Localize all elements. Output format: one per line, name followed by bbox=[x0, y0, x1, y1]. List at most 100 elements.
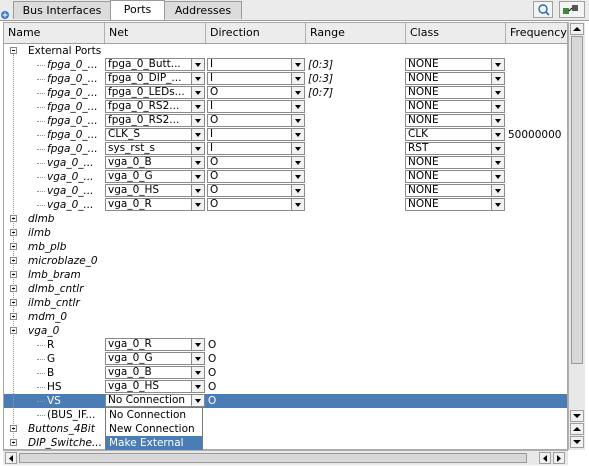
net-select[interactable]: fpga_0_RS2... bbox=[105, 114, 205, 127]
class-select[interactable]: CLK bbox=[405, 128, 505, 141]
chevron-down-icon[interactable] bbox=[291, 171, 304, 182]
instance-row[interactable]: dlmb bbox=[4, 212, 567, 226]
class-select[interactable]: NONE bbox=[405, 72, 505, 85]
port-row[interactable]: Bvga_0_B O bbox=[4, 366, 567, 380]
column-header-name[interactable]: Name bbox=[4, 23, 105, 43]
direction-select[interactable]: O bbox=[207, 114, 305, 127]
direction-select[interactable]: O bbox=[207, 86, 305, 99]
chevron-down-icon[interactable] bbox=[191, 73, 204, 84]
scroll-left-button-2[interactable] bbox=[539, 452, 551, 464]
port-row[interactable]: vga_0_... vga_0_B O NONE bbox=[4, 156, 567, 170]
net-select[interactable]: vga_0_HS bbox=[105, 184, 205, 197]
group-external-ports[interactable]: External Ports bbox=[4, 44, 567, 58]
direction-select[interactable]: O bbox=[207, 156, 305, 169]
direction-select[interactable]: I bbox=[207, 100, 305, 113]
vertical-scroll-thumb[interactable] bbox=[571, 36, 583, 364]
port-row[interactable]: fpga_0_... fpga_0_RS2... I NONE bbox=[4, 100, 567, 114]
chevron-down-icon[interactable] bbox=[191, 143, 204, 154]
tab-bus-interfaces[interactable]: Bus Interfaces bbox=[13, 1, 111, 19]
instance-row[interactable]: Buttons_4Bit bbox=[4, 422, 567, 436]
instance-row[interactable]: dlmb_cntlr bbox=[4, 282, 567, 296]
collapse-icon[interactable] bbox=[10, 47, 17, 54]
scroll-right-button[interactable] bbox=[553, 452, 565, 464]
chevron-down-icon[interactable] bbox=[491, 129, 504, 140]
chevron-down-icon[interactable] bbox=[191, 129, 204, 140]
direction-select[interactable]: O bbox=[207, 170, 305, 183]
port-row[interactable]: Gvga_0_G O bbox=[4, 352, 567, 366]
class-select[interactable]: NONE bbox=[405, 156, 505, 169]
chevron-down-icon[interactable] bbox=[291, 59, 304, 70]
chevron-down-icon[interactable] bbox=[291, 199, 304, 210]
chevron-down-icon[interactable] bbox=[291, 115, 304, 126]
net-select[interactable]: CLK_S bbox=[105, 128, 205, 141]
net-select[interactable]: vga_0_HS bbox=[105, 380, 205, 393]
class-select[interactable]: NONE bbox=[405, 184, 505, 197]
scroll-up-button[interactable] bbox=[570, 23, 584, 35]
net-select[interactable]: No Connection bbox=[105, 394, 205, 407]
chevron-down-icon[interactable] bbox=[491, 185, 504, 196]
direction-select[interactable]: I bbox=[207, 58, 305, 71]
chevron-down-icon[interactable] bbox=[291, 157, 304, 168]
chevron-down-icon[interactable] bbox=[491, 73, 504, 84]
direction-select[interactable]: O bbox=[207, 198, 305, 211]
port-row[interactable]: vga_0_... vga_0_HS O NONE bbox=[4, 184, 567, 198]
port-row[interactable]: vga_0_... vga_0_G O NONE bbox=[4, 170, 567, 184]
net-select[interactable]: vga_0_R bbox=[105, 198, 205, 211]
tab-ports[interactable]: Ports bbox=[110, 0, 165, 20]
chevron-down-icon[interactable] bbox=[191, 87, 204, 98]
instance-row[interactable]: DIP_Switche... bbox=[4, 436, 567, 449]
scroll-down-arrow-1[interactable] bbox=[570, 410, 584, 422]
chevron-down-icon[interactable] bbox=[291, 185, 304, 196]
direction-select[interactable]: I bbox=[207, 128, 305, 141]
port-row[interactable]: fpga_0_... CLK_S I CLK 50000000 bbox=[4, 128, 567, 142]
instance-row[interactable]: mb_plb bbox=[4, 240, 567, 254]
instance-row[interactable]: lmb_bram bbox=[4, 268, 567, 282]
instance-row-vga0[interactable]: vga_0 bbox=[4, 324, 567, 338]
port-row[interactable]: fpga_0_... fpga_0_LEDs... O [0:7] NONE bbox=[4, 86, 567, 100]
class-select[interactable]: NONE bbox=[405, 86, 505, 99]
class-select[interactable]: NONE bbox=[405, 100, 505, 113]
instance-row[interactable]: mdm_0 bbox=[4, 310, 567, 324]
direction-select[interactable]: O bbox=[207, 184, 305, 197]
chevron-down-icon[interactable] bbox=[291, 101, 304, 112]
port-row[interactable]: Rvga_0_R O bbox=[4, 338, 567, 352]
port-row[interactable]: HS vga_0_HS O bbox=[4, 380, 567, 394]
net-select[interactable]: sys_rst_s bbox=[105, 142, 205, 155]
port-row-selected[interactable]: VS No Connection O bbox=[4, 394, 567, 408]
option-make-external[interactable]: Make External bbox=[106, 436, 202, 450]
chevron-down-icon[interactable] bbox=[291, 73, 304, 84]
plus-icon[interactable] bbox=[0, 10, 10, 20]
chevron-down-icon[interactable] bbox=[191, 185, 204, 196]
chevron-down-icon[interactable] bbox=[291, 143, 304, 154]
net-select[interactable]: vga_0_G bbox=[105, 352, 205, 365]
scroll-up-button-2[interactable] bbox=[570, 423, 584, 435]
chevron-down-icon[interactable] bbox=[491, 87, 504, 98]
chevron-down-icon[interactable] bbox=[191, 59, 204, 70]
scroll-left-button[interactable] bbox=[5, 452, 17, 464]
column-header-range[interactable]: Range bbox=[306, 23, 406, 43]
chevron-down-icon[interactable] bbox=[491, 143, 504, 154]
column-header-net[interactable]: Net bbox=[105, 23, 206, 43]
horizontal-scroll-thumb[interactable] bbox=[19, 453, 527, 463]
chevron-down-icon[interactable] bbox=[191, 353, 204, 364]
net-select[interactable]: vga_0_B bbox=[105, 366, 205, 379]
column-header-class[interactable]: Class bbox=[406, 23, 506, 43]
chevron-down-icon[interactable] bbox=[191, 171, 204, 182]
port-row[interactable]: fpga_0_... fpga_0_Butt... I [0:3] NONE bbox=[4, 58, 567, 72]
zoom-icon-button[interactable] bbox=[533, 1, 553, 18]
chevron-down-icon[interactable] bbox=[491, 171, 504, 182]
direction-select[interactable]: I bbox=[207, 72, 305, 85]
net-select[interactable]: fpga_0_LEDs... bbox=[105, 86, 205, 99]
class-select[interactable]: NONE bbox=[405, 198, 505, 211]
option-new-connection[interactable]: New Connection bbox=[106, 422, 202, 436]
instance-row[interactable]: ilmb_cntlr bbox=[4, 296, 567, 310]
chevron-down-icon[interactable] bbox=[491, 59, 504, 70]
vertical-scrollbar[interactable] bbox=[568, 22, 585, 450]
net-select[interactable]: fpga_0_RS2... bbox=[105, 100, 205, 113]
direction-select[interactable]: I bbox=[207, 142, 305, 155]
tab-addresses[interactable]: Addresses bbox=[164, 1, 242, 19]
column-header-frequency[interactable]: Frequency(Hz) bbox=[506, 23, 567, 43]
port-row[interactable]: fpga_0_... sys_rst_s I RST bbox=[4, 142, 567, 156]
chevron-down-icon[interactable] bbox=[191, 101, 204, 112]
chevron-down-icon[interactable] bbox=[291, 87, 304, 98]
